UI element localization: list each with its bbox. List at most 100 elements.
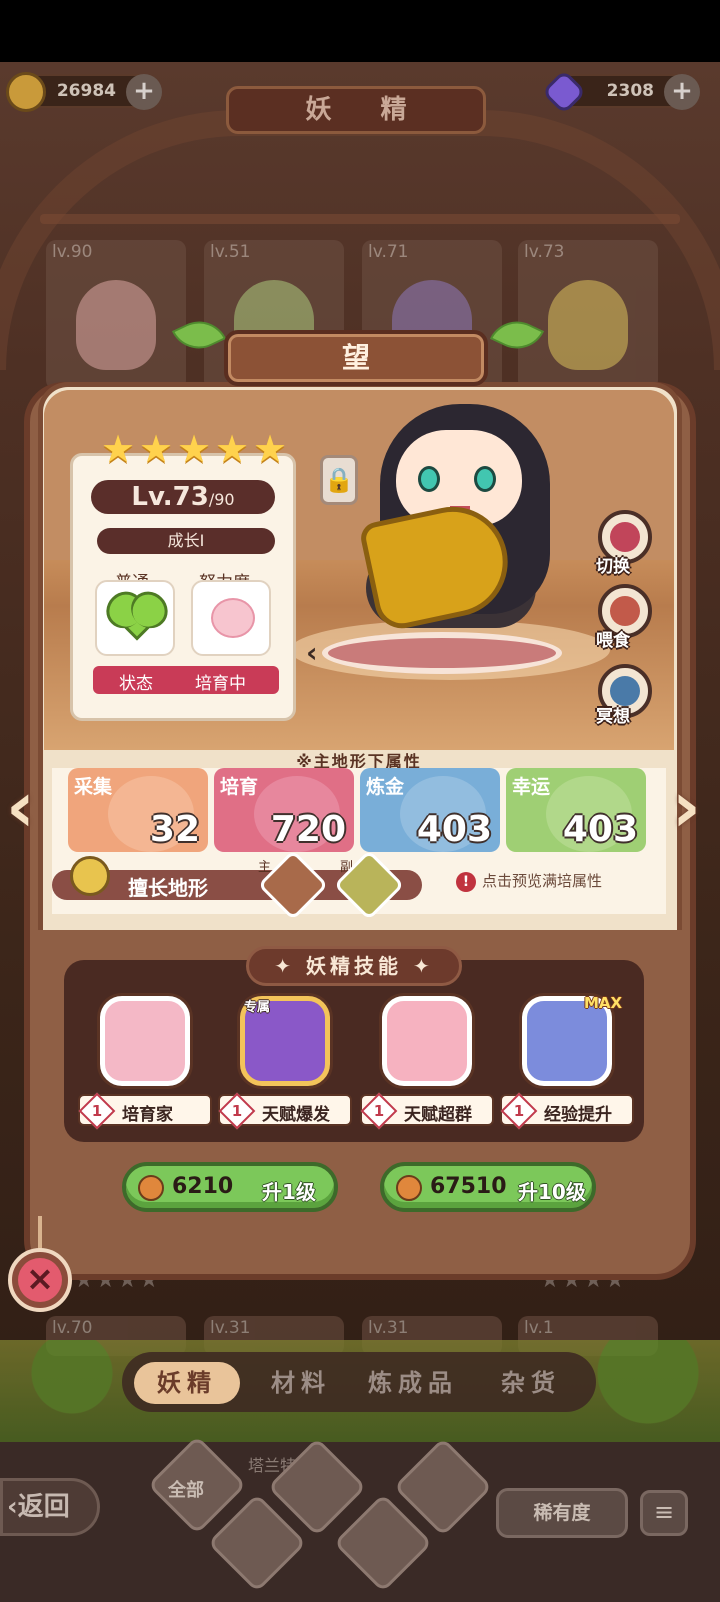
skill-bar: 1 天赋爆发: [218, 1092, 352, 1130]
level-max: /90: [208, 490, 235, 509]
stat-luck: 幸运 403: [506, 768, 646, 852]
status-bar: 状态 培育中: [93, 666, 279, 694]
skill-level: 1: [373, 1102, 385, 1120]
screen-title: 妖 精: [226, 86, 486, 134]
tab-materials[interactable]: 材料: [248, 1362, 354, 1404]
watering-can-icon[interactable]: [100, 996, 190, 1086]
rarity-sort-button[interactable]: 稀有度: [496, 1488, 628, 1538]
add-gem-button[interactable]: +: [664, 74, 700, 110]
meditate-label: 冥想: [596, 707, 630, 727]
next-fairy-button[interactable]: ›: [672, 772, 712, 850]
stats-panel: 采集 32 培育 720 炼金 403 幸运 403 擅长地形 主 副 ! 点击预…: [52, 768, 666, 921]
gem-amount: 2308: [606, 81, 654, 101]
stat-gather: 采集 32: [68, 768, 208, 852]
fairy-eye: [418, 466, 440, 492]
add-gold-button[interactable]: +: [126, 74, 162, 110]
preview-full-stats-link[interactable]: ! 点击预览满培属性: [456, 870, 602, 892]
back-button[interactable]: ‹返回: [0, 1478, 100, 1536]
level-up-10-button[interactable]: 67510 升10级: [380, 1162, 596, 1212]
level-up-1-button[interactable]: 6210 升1级: [122, 1162, 338, 1212]
skill-level: 1: [231, 1102, 243, 1120]
stat-value: 32: [149, 809, 200, 850]
stat-value: 720: [270, 809, 346, 850]
status-label: 状态: [119, 674, 153, 694]
skill-level-badge: 1: [78, 1092, 116, 1130]
talent-excel-icon[interactable]: [382, 996, 472, 1086]
roster-level: lv.90: [52, 242, 93, 262]
fairy-info-card: ★ ★ ★ ★ ★ Lv.73/90 成长I 普通 努力度 状态 培育中: [70, 430, 296, 721]
sort-icon: ≡: [653, 1498, 675, 1526]
sprout-icon: [70, 856, 110, 896]
rope-decoration: [38, 1216, 42, 1252]
stat-name: 培育: [220, 776, 259, 798]
shelf-beam: [40, 214, 680, 224]
lock-button[interactable]: 🔒: [320, 455, 358, 505]
exclusive-tag: 专属: [244, 1000, 271, 1015]
star-icon: ★: [253, 427, 288, 471]
roster-card[interactable]: lv.90: [46, 240, 186, 390]
roster-level: lv.71: [368, 242, 409, 262]
skill-bar: 1 培育家: [78, 1092, 212, 1130]
max-tag: MAX: [584, 994, 623, 1012]
gold-currency: 26984 +: [6, 72, 162, 112]
fairy-name-plaque: 望: [224, 330, 488, 386]
effort-indicator[interactable]: [191, 580, 271, 656]
smiling-blob-icon: [211, 598, 255, 638]
skill-bar: 1 天赋超群: [360, 1092, 494, 1130]
star-icon: ★: [101, 427, 136, 471]
skill-bar: 1 经验提升: [500, 1092, 634, 1130]
star-icon: ★: [139, 427, 174, 471]
close-icon: ×: [18, 1258, 62, 1302]
filter-all-label: 全部: [168, 1480, 204, 1501]
stat-value: 403: [416, 809, 492, 850]
level-up-10-label: 升10级: [518, 1180, 586, 1204]
fairy-portrait: [548, 280, 628, 370]
sort-order-button[interactable]: ≡: [640, 1490, 688, 1536]
skill-level: 1: [513, 1102, 525, 1120]
level-up-1-label: 升1级: [262, 1180, 316, 1204]
fairy-portrait: [76, 280, 156, 370]
stat-alchemy: 炼金 403: [360, 768, 500, 852]
prev-fairy-button[interactable]: ‹: [6, 772, 46, 850]
switch-icon: [610, 522, 640, 552]
roster-level: lv.31: [210, 1318, 251, 1338]
roster-level: lv.73: [524, 242, 565, 262]
skill-name: 经验提升: [544, 1105, 612, 1125]
meat-icon: [610, 596, 640, 626]
stats-header: ※主地形下属性: [296, 752, 422, 771]
stat-value: 403: [562, 809, 638, 850]
preview-hint-text: 点击预览满培属性: [482, 872, 603, 890]
close-button[interactable]: ×: [8, 1248, 72, 1312]
skill-level-badge: 1: [218, 1092, 256, 1130]
gold-amount: 26984: [56, 81, 116, 101]
back-label: 返回: [17, 1492, 70, 1522]
fairy-pedestal: [322, 632, 562, 674]
skill-name: 天赋超群: [404, 1105, 472, 1125]
coin-icon: [138, 1175, 164, 1201]
skill-level-badge: 1: [360, 1092, 398, 1130]
stat-name: 幸运: [512, 776, 551, 798]
collapse-arrow-icon[interactable]: ‹: [306, 636, 328, 669]
roster-card[interactable]: lv.73: [518, 240, 658, 390]
terrain-label: 擅长地形: [128, 876, 208, 900]
star-icon: ★: [177, 427, 212, 471]
fairy-eye: [474, 466, 496, 492]
tab-crafted[interactable]: 炼成品: [354, 1362, 472, 1404]
gem-currency: 2308 +: [541, 69, 700, 115]
mood-indicator[interactable]: [95, 580, 175, 656]
alert-icon: !: [456, 872, 476, 892]
roster-level: lv.70: [52, 1318, 93, 1338]
heart-icon: [114, 595, 160, 641]
roster-level: lv.1: [524, 1318, 554, 1338]
lock-icon: 🔒: [324, 466, 354, 494]
tab-fairy[interactable]: 妖精: [134, 1362, 240, 1404]
feed-label: 喂食: [596, 631, 630, 651]
stat-name: 炼金: [366, 776, 405, 798]
growth-label: 成长I: [97, 528, 275, 554]
level-up-1-cost: 6210: [172, 1174, 234, 1199]
skill-name: 培育家: [122, 1105, 173, 1125]
fairy-name: 望: [341, 341, 370, 374]
level-current: Lv.73: [131, 482, 209, 512]
coin-icon: [396, 1175, 422, 1201]
tab-goods[interactable]: 杂货: [478, 1362, 584, 1404]
